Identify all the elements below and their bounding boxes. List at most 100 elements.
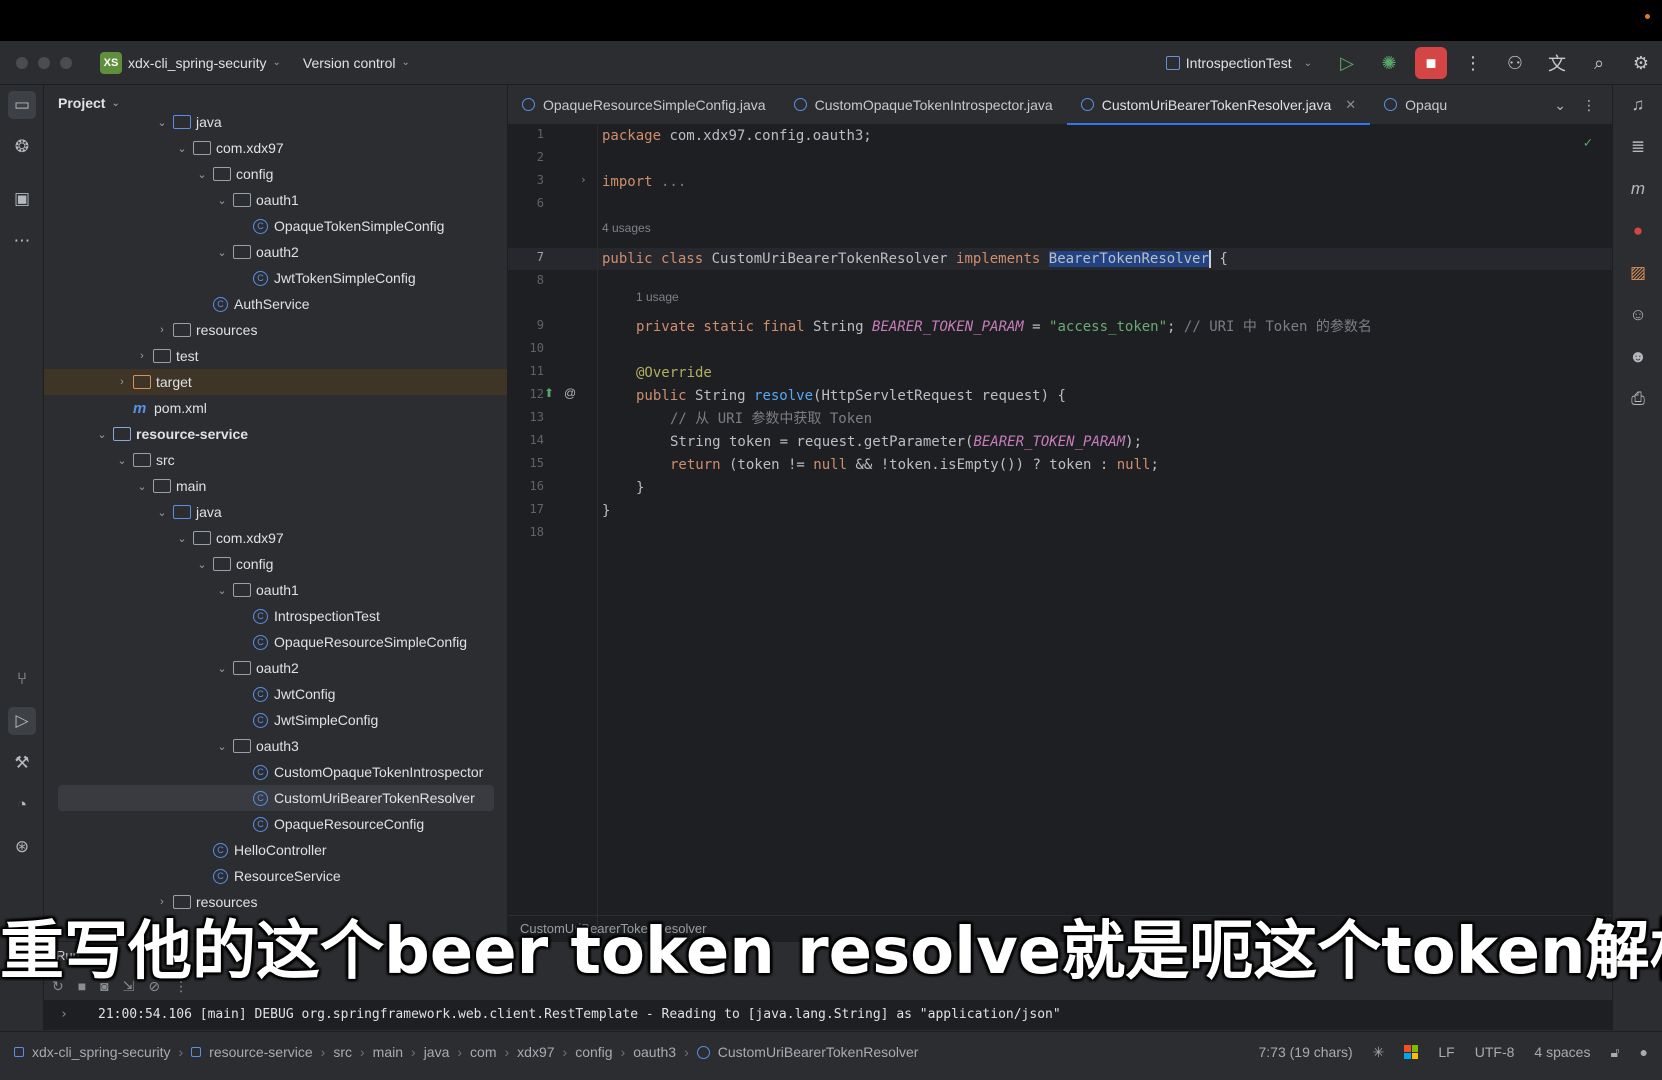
line-separator[interactable]: LF: [1438, 1044, 1454, 1060]
close-tab-icon[interactable]: ✕: [1345, 97, 1356, 113]
services-icon[interactable]: ⊛: [8, 833, 36, 861]
stop-icon[interactable]: ■: [1415, 47, 1447, 79]
folded-imports[interactable]: ...: [653, 174, 686, 190]
tree-node[interactable]: ⌄ config: [44, 161, 507, 187]
tree-node[interactable]: C CustomOpaqueTokenIntrospector: [44, 759, 507, 785]
breadcrumb-item[interactable]: xdx-cli_spring-security: [32, 1044, 170, 1060]
chevron-down-icon[interactable]: ⌄: [214, 662, 230, 675]
tree-node[interactable]: C JwtSimpleConfig: [44, 707, 507, 733]
chevron-right-icon[interactable]: ›: [154, 896, 170, 908]
terminal-icon[interactable]: ◔: [8, 791, 36, 819]
chevron-down-icon[interactable]: ⌄: [1554, 97, 1566, 114]
override-marker-icon[interactable]: ⬆: [544, 386, 554, 400]
tree-node[interactable]: ⌄ java: [44, 109, 507, 135]
chevron-down-icon[interactable]: ⌄: [114, 454, 130, 467]
usages-hint[interactable]: 1 usage: [636, 290, 679, 304]
debug-icon[interactable]: ✺: [1373, 47, 1405, 79]
bookmark-icon[interactable]: ⎙: [1624, 385, 1652, 413]
project-folder-icon[interactable]: ▭: [8, 91, 36, 119]
add-user-icon[interactable]: ⚇: [1499, 47, 1531, 79]
tree-node[interactable]: ⌄ oauth3: [44, 733, 507, 759]
breadcrumb-item[interactable]: com: [470, 1044, 496, 1060]
database-icon[interactable]: ≣: [1624, 133, 1652, 161]
tree-node[interactable]: m pom.xml: [44, 395, 507, 421]
run-panel-icon[interactable]: ▷: [8, 707, 36, 735]
fold-arrow-icon[interactable]: ›: [580, 173, 587, 186]
breadcrumb-item[interactable]: java: [424, 1044, 450, 1060]
chevron-down-icon[interactable]: ⌄: [214, 246, 230, 259]
caret-position[interactable]: 7:73 (19 chars): [1258, 1044, 1352, 1060]
notifications-bell-icon[interactable]: ♫: [1624, 91, 1652, 119]
tree-node[interactable]: C JwtConfig: [44, 681, 507, 707]
chevron-down-icon[interactable]: ⌄: [194, 558, 210, 571]
bird-plugin-icon[interactable]: ●: [1624, 217, 1652, 245]
tree-node[interactable]: ⌄ com.xdx97: [44, 525, 507, 551]
breadcrumb-item[interactable]: resource-service: [209, 1044, 312, 1060]
lock-icon[interactable]: 🔓︎: [1610, 1044, 1619, 1061]
expand-arrow-icon[interactable]: ›: [60, 1000, 68, 1030]
tree-node[interactable]: C OpaqueTokenSimpleConfig: [44, 213, 507, 239]
tree-node[interactable]: ⌄ oauth2: [44, 655, 507, 681]
more-vertical-icon[interactable]: ⋮: [1582, 97, 1596, 114]
tree-node[interactable]: ⌄ com.xdx97: [44, 135, 507, 161]
breadcrumb-item[interactable]: xdx97: [517, 1044, 554, 1060]
tree-node[interactable]: C AuthService: [44, 291, 507, 317]
tree-node[interactable]: ⌄ main: [44, 473, 507, 499]
translate-icon[interactable]: 文: [1541, 47, 1573, 79]
breadcrumb-item[interactable]: CustomUriBearerTokenResolver: [718, 1044, 919, 1060]
chevron-down-icon[interactable]: ⌄: [194, 168, 210, 181]
tree-node[interactable]: ⌄ java: [44, 499, 507, 525]
chevron-down-icon[interactable]: ⌄: [174, 142, 190, 155]
more-horizontal-icon[interactable]: ⋯: [8, 227, 36, 255]
chevron-down-icon[interactable]: ⌄: [154, 506, 170, 519]
tree-node[interactable]: C JwtTokenSimpleConfig: [44, 265, 507, 291]
maven-icon[interactable]: m: [1624, 175, 1652, 203]
status-circle-icon[interactable]: ●: [1640, 1044, 1648, 1060]
package-plugin-icon[interactable]: ▨: [1624, 259, 1652, 287]
tree-node[interactable]: C HelloController: [44, 837, 507, 863]
breadcrumb-item[interactable]: src: [333, 1044, 352, 1060]
chevron-down-icon[interactable]: ⌄: [134, 480, 150, 493]
tree-node[interactable]: › test: [44, 343, 507, 369]
more-vertical-icon[interactable]: ⋮: [1457, 47, 1489, 79]
tree-node[interactable]: ⌄ oauth1: [44, 187, 507, 213]
tree-node[interactable]: C IntrospectionTest: [44, 603, 507, 629]
chevron-down-icon[interactable]: ⌄: [214, 584, 230, 597]
tree-node[interactable]: C OpaqueResourceSimpleConfig: [44, 629, 507, 655]
chevron-down-icon[interactable]: ⌄: [214, 194, 230, 207]
tab-custom-uri-bearer-token-resolver[interactable]: CustomUriBearerTokenResolver.java ✕: [1066, 85, 1371, 126]
chevron-down-icon[interactable]: ⌄: [214, 740, 230, 753]
close-window-button[interactable]: [16, 56, 28, 69]
tree-node[interactable]: ⌄ resource-service: [44, 421, 507, 447]
console-output[interactable]: › 21:00:54.106 [main] DEBUG org.springfr…: [44, 1000, 1612, 1030]
file-encoding[interactable]: UTF-8: [1475, 1044, 1515, 1060]
copilot-icon[interactable]: ☺: [1624, 301, 1652, 329]
annotation-marker-icon[interactable]: @: [564, 386, 576, 400]
tree-node[interactable]: › resources: [44, 317, 507, 343]
tree-node[interactable]: ⌄ oauth2: [44, 239, 507, 265]
run-config-selector[interactable]: IntrospectionTest ⌄: [1165, 55, 1312, 71]
usages-hint[interactable]: 4 usages: [602, 221, 651, 235]
tree-node[interactable]: › target: [44, 369, 507, 395]
inspection-ok-icon[interactable]: ✓: [1584, 135, 1592, 151]
breadcrumb-item[interactable]: config: [575, 1044, 612, 1060]
settings-gear-icon[interactable]: ⚙: [1625, 47, 1657, 79]
code-editor[interactable]: 1 2 3 6 7 8 9 10 11 12 13 14 15 16 17 18…: [508, 125, 1612, 941]
plugins-icon[interactable]: ❂: [8, 133, 36, 161]
breadcrumb-item[interactable]: oauth3: [633, 1044, 676, 1060]
tab-custom-opaque-token-introspector[interactable]: CustomOpaqueTokenIntrospector.java: [780, 85, 1067, 125]
tree-node[interactable]: C CustomUriBearerTokenResolver: [58, 785, 494, 811]
chevron-right-icon[interactable]: ›: [154, 324, 170, 336]
chevron-down-icon[interactable]: ⌄: [154, 116, 170, 129]
structure-icon[interactable]: ▣: [8, 185, 36, 213]
tab-opaque-resource-simple-config[interactable]: OpaqueResourceSimpleConfig.java: [508, 85, 780, 125]
breadcrumb-item[interactable]: main: [373, 1044, 403, 1060]
chevron-right-icon[interactable]: ›: [134, 350, 150, 362]
run-icon[interactable]: ▷: [1331, 47, 1363, 79]
tree-node[interactable]: ⌄ oauth1: [44, 577, 507, 603]
chevron-right-icon[interactable]: ›: [114, 376, 130, 388]
version-control-menu[interactable]: Version control: [303, 55, 396, 71]
indent-setting[interactable]: 4 spaces: [1534, 1044, 1590, 1060]
chevron-down-icon[interactable]: ⌄: [174, 532, 190, 545]
maximize-window-button[interactable]: [60, 56, 72, 69]
